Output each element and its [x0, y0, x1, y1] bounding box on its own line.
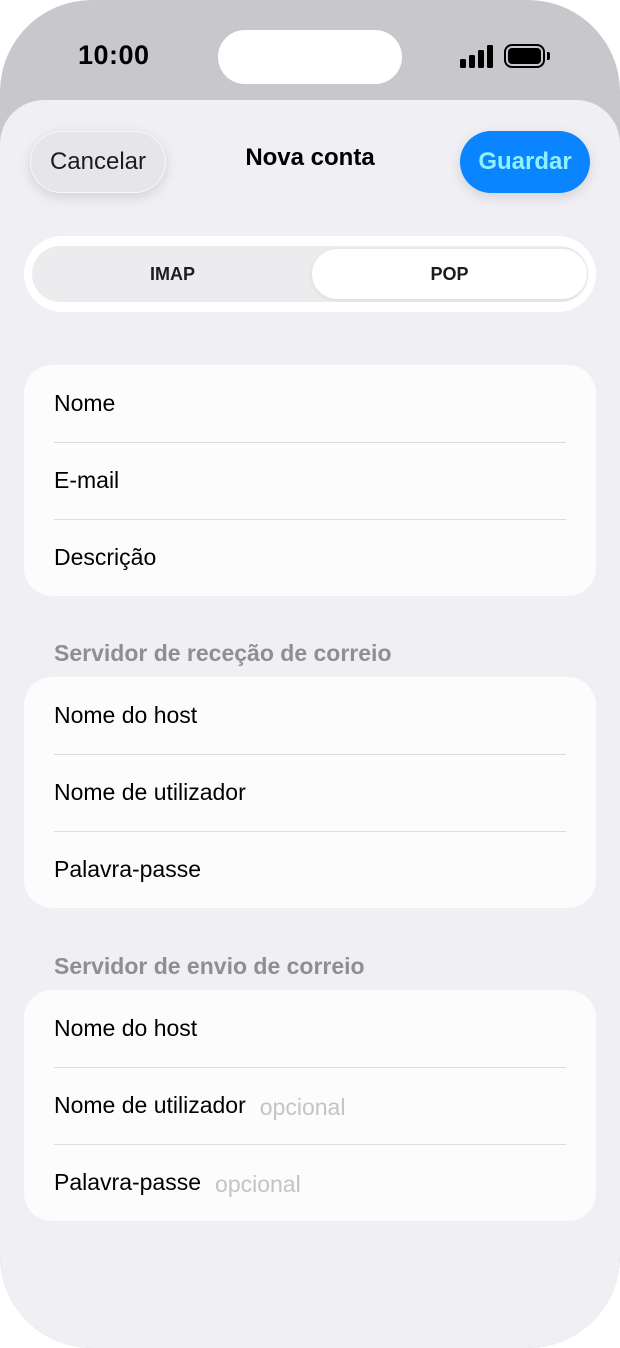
field-label: Palavra-passe — [54, 856, 202, 882]
field-label: Nome do host — [54, 1015, 198, 1041]
name-field[interactable]: Nome — [24, 365, 596, 442]
incoming-password-field[interactable]: Palavra-passe — [24, 831, 596, 908]
status-time: 10:00 — [78, 40, 150, 70]
segmented-control: IMAP POP — [32, 246, 588, 302]
new-account-sheet: Cancelar Nova conta Guardar IMAP POP Nom… — [0, 100, 620, 1348]
account-info-group: Nome E-mail Descrição — [24, 365, 596, 596]
field-label: Palavra-passe — [54, 1169, 202, 1195]
cellular-signal-icon — [460, 44, 494, 68]
field-label: Nome — [54, 390, 116, 416]
outgoing-hostname-field[interactable]: Nome do host — [24, 990, 596, 1067]
segment-pop[interactable]: POP — [312, 249, 587, 299]
status-bar: 10:00 — [0, 0, 620, 110]
field-label: E-mail — [54, 467, 120, 493]
description-field[interactable]: Descrição — [24, 519, 596, 596]
battery-icon — [504, 44, 550, 68]
email-field[interactable]: E-mail — [24, 442, 596, 519]
outgoing-server-group: Nome do host Nome de utilizador opcional… — [24, 990, 596, 1221]
outgoing-server-header: Servidor de envio de correio — [54, 953, 365, 979]
incoming-hostname-field[interactable]: Nome do host — [24, 677, 596, 754]
page-title: Nova conta — [245, 144, 375, 171]
incoming-server-header: Servidor de receção de correio — [54, 640, 392, 666]
incoming-server-group: Nome do host Nome de utilizador Palavra-… — [24, 677, 596, 908]
incoming-username-field[interactable]: Nome de utilizador — [24, 754, 596, 831]
field-label: Descrição — [54, 544, 157, 570]
save-button[interactable]: Guardar — [460, 131, 590, 193]
outgoing-username-field[interactable]: Nome de utilizador opcional — [24, 1067, 596, 1144]
field-label: Nome do host — [54, 702, 198, 728]
field-label: Nome de utilizador — [54, 1092, 246, 1118]
segment-imap[interactable]: IMAP — [35, 249, 310, 299]
protocol-selector: IMAP POP — [24, 236, 596, 312]
phone-frame: 10:00 Cancelar Nova conta Guardar IMAP P… — [0, 0, 620, 1348]
dynamic-island — [218, 30, 402, 84]
field-label: Nome de utilizador — [54, 779, 246, 805]
outgoing-password-field[interactable]: Palavra-passe opcional — [24, 1144, 596, 1221]
field-placeholder: opcional — [215, 1171, 301, 1197]
field-placeholder: opcional — [259, 1094, 346, 1120]
cancel-button[interactable]: Cancelar — [30, 131, 166, 193]
